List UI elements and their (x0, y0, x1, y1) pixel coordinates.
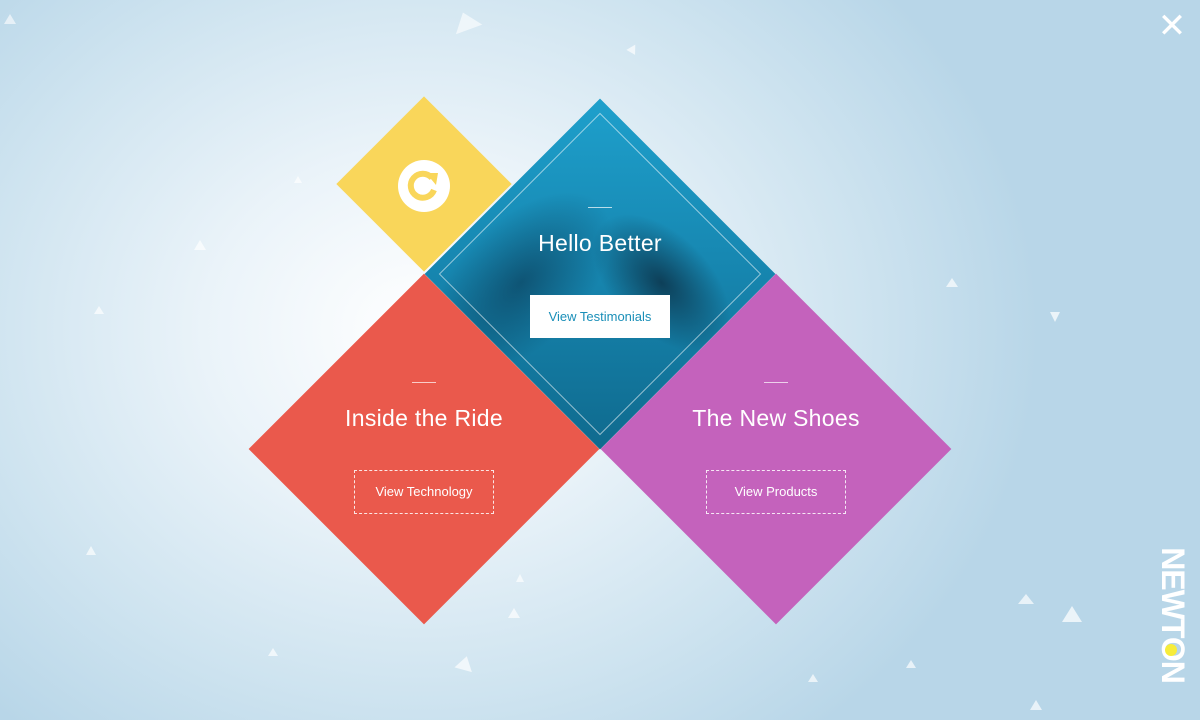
refresh-button[interactable] (398, 160, 450, 212)
background-shard (626, 42, 640, 55)
background-shard (294, 176, 302, 183)
the-new-shoes-content: The New Shoes (656, 382, 896, 432)
background-shard (808, 674, 818, 682)
background-shard (1018, 594, 1034, 604)
background-shard (449, 7, 483, 35)
background-shard (1062, 606, 1082, 622)
background-shard (194, 240, 206, 250)
background-shard (86, 546, 96, 555)
background-shard (516, 574, 524, 582)
hello-better-content: Hello Better (480, 207, 720, 257)
background-shard (1050, 312, 1060, 322)
title-rule (588, 207, 612, 208)
close-icon: ✕ (1157, 6, 1187, 46)
background-shard (906, 660, 916, 668)
title-rule (764, 382, 788, 383)
panel-title: The New Shoes (692, 405, 860, 431)
background-shard (508, 608, 520, 618)
view-products-button[interactable]: View Products (706, 470, 846, 514)
close-button[interactable]: ✕ (1152, 6, 1192, 46)
background-shard (454, 653, 476, 673)
view-technology-button[interactable]: View Technology (354, 470, 494, 514)
refresh-icon (407, 170, 438, 201)
logo-dot (1165, 644, 1177, 656)
inside-the-ride-content: Inside the Ride (304, 382, 544, 432)
background-shard (268, 648, 278, 656)
background-shard (946, 278, 958, 287)
background-shard (94, 306, 104, 314)
background-shard (4, 14, 16, 24)
title-rule (412, 382, 436, 383)
panel-title: Inside the Ride (345, 405, 503, 431)
view-testimonials-button[interactable]: View Testimonials (530, 295, 670, 338)
background-shard (1030, 700, 1042, 710)
newton-logo: NEWTON (1155, 547, 1191, 683)
panel-title: Hello Better (538, 230, 662, 256)
